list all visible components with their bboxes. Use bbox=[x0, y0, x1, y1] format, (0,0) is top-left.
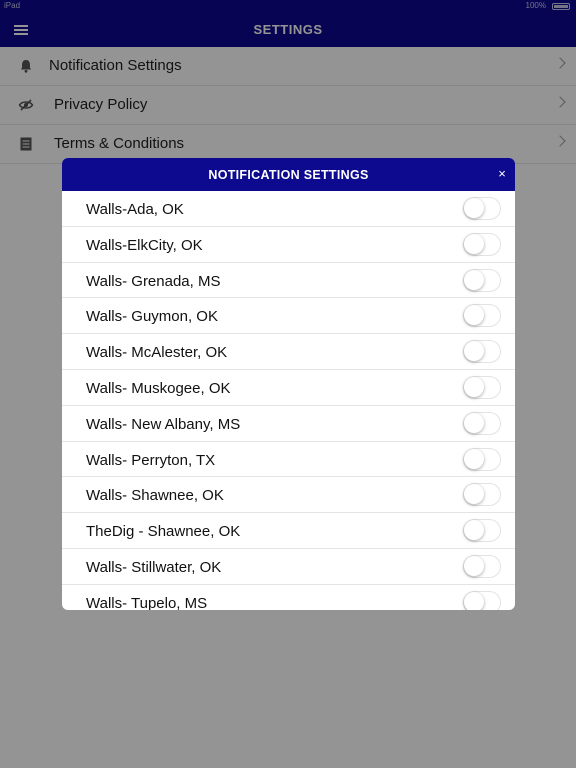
toggle-knob bbox=[464, 484, 484, 505]
notification-toggle[interactable] bbox=[463, 483, 501, 507]
list-item: Walls-ElkCity, OK bbox=[62, 227, 515, 263]
list-item: Walls- Grenada, MS bbox=[62, 263, 515, 299]
list-item: Walls- McAlester, OK bbox=[62, 334, 515, 370]
notification-toggle[interactable] bbox=[463, 340, 501, 364]
location-label: Walls- New Albany, MS bbox=[86, 415, 241, 433]
toggle-knob bbox=[464, 269, 484, 290]
location-label: Walls-ElkCity, OK bbox=[86, 236, 203, 254]
dialog-header: NOTIFICATION SETTINGS × bbox=[62, 158, 515, 191]
notification-toggle[interactable] bbox=[463, 232, 501, 256]
toggle-knob bbox=[464, 341, 484, 362]
close-icon[interactable]: × bbox=[495, 167, 509, 181]
location-label: Walls- Muskogee, OK bbox=[86, 379, 231, 397]
notification-toggle[interactable] bbox=[463, 590, 501, 610]
toggle-knob bbox=[464, 233, 484, 254]
toggle-knob bbox=[464, 520, 484, 541]
location-label: TheDig - Shawnee, OK bbox=[86, 523, 241, 541]
location-label: Walls- Perryton, TX bbox=[86, 451, 216, 469]
location-label: Walls-Ada, OK bbox=[86, 201, 184, 218]
toggle-knob bbox=[464, 305, 484, 326]
toggle-knob bbox=[464, 448, 484, 469]
location-label: Walls- Grenada, MS bbox=[86, 272, 221, 290]
notification-toggle[interactable] bbox=[463, 268, 501, 292]
list-item: Walls- New Albany, MS bbox=[62, 406, 515, 442]
location-label: Walls- Stillwater, OK bbox=[86, 558, 222, 576]
list-item: Walls- Shawnee, OK bbox=[62, 477, 515, 514]
toggle-knob bbox=[464, 412, 484, 433]
list-item: Walls- Guymon, OK bbox=[62, 298, 515, 335]
toggle-knob bbox=[464, 591, 484, 610]
notification-toggle[interactable] bbox=[463, 519, 501, 543]
list-item: TheDig - Shawnee, OK bbox=[62, 513, 515, 549]
modal-overlay[interactable]: NOTIFICATION SETTINGS × Walls-Ada, OK Wa… bbox=[0, 0, 576, 768]
notification-settings-dialog: NOTIFICATION SETTINGS × Walls-Ada, OK Wa… bbox=[62, 158, 515, 610]
list-item: Walls- Muskogee, OK bbox=[62, 370, 515, 406]
notification-toggle[interactable] bbox=[463, 411, 501, 435]
notification-toggle[interactable] bbox=[463, 554, 501, 578]
list-item: Walls- Tupelo, MS bbox=[62, 585, 515, 610]
list-item: Walls-Ada, OK bbox=[62, 191, 515, 227]
list-item: Walls- Stillwater, OK bbox=[62, 549, 515, 585]
location-label: Walls- McAlester, OK bbox=[86, 344, 228, 362]
dialog-title: NOTIFICATION SETTINGS bbox=[208, 168, 369, 182]
notification-toggle[interactable] bbox=[463, 304, 501, 328]
toggle-knob bbox=[464, 198, 484, 218]
notification-toggle[interactable] bbox=[463, 197, 501, 220]
notification-toggle[interactable] bbox=[463, 375, 501, 399]
location-label: Walls- Tupelo, MS bbox=[86, 594, 208, 610]
list-item: Walls- Perryton, TX bbox=[62, 442, 515, 478]
location-label: Walls- Shawnee, OK bbox=[86, 487, 224, 505]
toggle-knob bbox=[464, 555, 484, 576]
location-label: Walls- Guymon, OK bbox=[86, 308, 218, 326]
notification-toggle[interactable] bbox=[463, 447, 501, 471]
location-list: Walls-Ada, OK Walls-ElkCity, OK Walls- G… bbox=[62, 191, 515, 610]
toggle-knob bbox=[464, 376, 484, 397]
